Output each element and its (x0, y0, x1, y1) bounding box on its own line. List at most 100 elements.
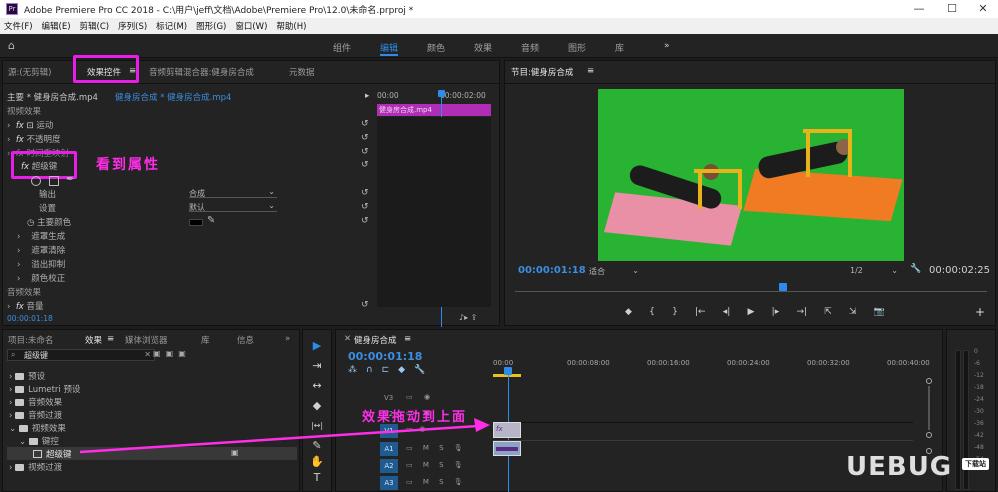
tab-media-browser[interactable]: 媒体浏览器 (125, 334, 168, 346)
menu-graphics[interactable]: 图形(G) (192, 18, 231, 32)
step-forward-icon[interactable]: |▸ (772, 307, 780, 321)
menu-file[interactable]: 文件(F) (0, 18, 38, 32)
track-a3-controls[interactable]: ▭ M S 🎙 (406, 478, 467, 486)
reset-settings-icon[interactable]: ↺ (361, 202, 371, 212)
step-back-icon[interactable]: ◂| (723, 307, 731, 321)
button-editor-add-icon[interactable]: + (975, 305, 985, 319)
mark-in-icon[interactable]: { (649, 307, 655, 321)
pen-tool-icon[interactable]: ✎ (309, 438, 325, 454)
tab-source[interactable]: 源:(无剪辑) (8, 66, 52, 78)
color-correction[interactable]: › 颜色校正 (17, 272, 65, 285)
timeline-zoom-top-handle[interactable] (926, 378, 932, 384)
extract-icon[interactable]: ⇲ (849, 307, 857, 321)
mini-clip[interactable]: 健身房合成.mp4 (377, 104, 491, 116)
pen-mask-icon[interactable]: ✒ (66, 174, 74, 185)
track-v3-header[interactable]: V3 ▭ ◉ (348, 392, 488, 406)
tree-keying[interactable]: ⌄ 键控 (19, 435, 59, 447)
razor-tool-icon[interactable]: ◆ (309, 398, 325, 414)
matte-generation[interactable]: › 遮罩生成 (17, 230, 65, 243)
close-button[interactable]: ✕ (976, 2, 990, 16)
workspace-tab-graphics[interactable]: 图形 (568, 41, 586, 54)
program-scrub-bar[interactable] (515, 291, 987, 297)
reset-time-remap-icon[interactable]: ↺ (361, 147, 371, 157)
timeline-zoom-mid-handle[interactable] (926, 432, 932, 438)
slip-tool-icon[interactable]: |↔| (309, 418, 325, 434)
settings-wrench-icon[interactable]: 🔧 (910, 264, 921, 274)
tab-metadata[interactable]: 元数据 (289, 66, 315, 78)
quality-select[interactable]: 1/2 ⌄ (850, 266, 900, 276)
track-a2-controls[interactable]: ▭ M S 🎙 (406, 461, 467, 469)
workspace-tab-color[interactable]: 颜色 (427, 41, 445, 54)
minimize-button[interactable]: — (912, 2, 926, 16)
menu-edit[interactable]: 编辑(E) (38, 18, 76, 32)
effects-menu-icon[interactable]: ≡ (107, 334, 114, 344)
ec-timecode[interactable]: 00:00:01:18 (7, 314, 53, 327)
workspace-tab-effects[interactable]: 效果 (474, 41, 492, 54)
home-icon[interactable]: ⌂ (8, 39, 15, 52)
play-only-icon[interactable]: ▸ (365, 91, 369, 104)
program-timecode[interactable]: 00:00:01:18 (518, 265, 586, 276)
timeline-menu-icon[interactable]: ≡ (404, 334, 411, 344)
ripple-edit-tool-icon[interactable]: ↔ (309, 378, 325, 394)
tree-lumetri-presets[interactable]: › Lumetri 预设 (9, 383, 80, 395)
output-select[interactable]: 合成 ⌄ (189, 187, 277, 198)
tab-effects[interactable]: 效果 (85, 334, 102, 346)
tree-presets[interactable]: › 预设 (9, 370, 45, 382)
tab-audio-clip-mixer[interactable]: 音频剪辑混合器:健身房合成 (149, 66, 254, 78)
track-v1-controls[interactable]: ▭ ◉ (406, 425, 425, 433)
go-to-in-icon[interactable]: |← (695, 307, 706, 321)
timeline-vertical-scroll[interactable] (928, 386, 930, 430)
mark-out-icon[interactable]: } (672, 307, 678, 321)
selection-tool-icon[interactable]: ▶ (309, 338, 325, 354)
reset-key-color-icon[interactable]: ↺ (361, 216, 371, 226)
program-playhead[interactable] (779, 283, 787, 291)
effects-search-input[interactable]: ⌕ 超级键 ✕ (7, 349, 155, 361)
clip-sequence-label[interactable]: 健身房合成 * 健身房合成.mp4 (115, 91, 231, 104)
program-menu-icon[interactable]: ≡ (587, 66, 594, 76)
track-v1-target[interactable]: V1 (380, 424, 398, 438)
workspace-tab-audio[interactable]: 音频 (521, 41, 539, 54)
tab-project[interactable]: 项目:未命名 (8, 334, 53, 346)
menu-marker[interactable]: 标记(M) (152, 18, 192, 32)
timeline-audio-clip[interactable] (493, 441, 521, 456)
matte-cleanup[interactable]: › 遮罩清除 (17, 244, 65, 257)
ec-bottom-icons[interactable]: ♪▸ ⇪ (459, 313, 477, 322)
timeline-ruler[interactable]: 00:00 00:00:08:00 00:00:16:00 00:00:24:0… (493, 359, 930, 373)
track-a3-target[interactable]: A3 (380, 476, 398, 490)
workspace-tab-assembly[interactable]: 组件 (333, 41, 351, 54)
hand-tool-icon[interactable]: ✋ (309, 454, 325, 470)
fx-volume[interactable]: › fx 音量 (7, 300, 44, 313)
track-select-tool-icon[interactable]: ⇥ (309, 358, 325, 374)
workspace-tab-libraries[interactable]: 库 (615, 41, 624, 54)
workspace-tab-editing[interactable]: 编辑 (380, 41, 399, 56)
reset-opacity-icon[interactable]: ↺ (361, 133, 371, 143)
tab-info[interactable]: 信息 (237, 334, 254, 346)
ec-playhead-handle[interactable] (438, 90, 445, 97)
reset-motion-icon[interactable]: ↺ (361, 119, 371, 129)
timeline-title[interactable]: 健身房合成 (354, 334, 397, 346)
menu-window[interactable]: 窗口(W) (231, 18, 272, 32)
timeline-close-icon[interactable]: ✕ (344, 334, 351, 344)
fx-opacity[interactable]: › fx 不透明度 (7, 133, 61, 146)
clip-master-label[interactable]: 主要 * 健身房合成.mp4 (7, 91, 98, 104)
tree-audio-effects[interactable]: › 音频效果 (9, 396, 62, 408)
export-frame-icon[interactable]: 📷 (874, 307, 885, 321)
play-icon[interactable]: ▶ (748, 307, 755, 321)
timeline-playhead-handle[interactable] (504, 367, 512, 375)
settings-select[interactable]: 默认 ⌄ (189, 201, 277, 212)
track-a1-controls[interactable]: ▭ M S 🎙 (406, 444, 467, 452)
go-to-out-icon[interactable]: →| (796, 307, 807, 321)
menu-help[interactable]: 帮助(H) (272, 18, 311, 32)
panel-more-icon[interactable]: » (285, 334, 290, 344)
fx-motion[interactable]: › fx ⊡ 运动 (7, 119, 53, 132)
key-color-swatch[interactable] (189, 219, 203, 226)
spill-suppression[interactable]: › 溢出抑制 (17, 258, 65, 271)
timeline-toolbar-icons[interactable]: ⁂∩⊏◆🔧 (348, 365, 434, 375)
reset-volume-icon[interactable]: ↺ (361, 300, 371, 310)
reset-ultra-key-icon[interactable]: ↺ (361, 160, 371, 170)
ellipse-mask-icon[interactable] (31, 176, 41, 186)
track-a2-target[interactable]: A2 (380, 459, 398, 473)
tab-libraries[interactable]: 库 (201, 334, 210, 346)
tree-video-transitions[interactable]: › 视频过渡 (9, 461, 62, 473)
tree-audio-transitions[interactable]: › 音频过渡 (9, 409, 62, 421)
